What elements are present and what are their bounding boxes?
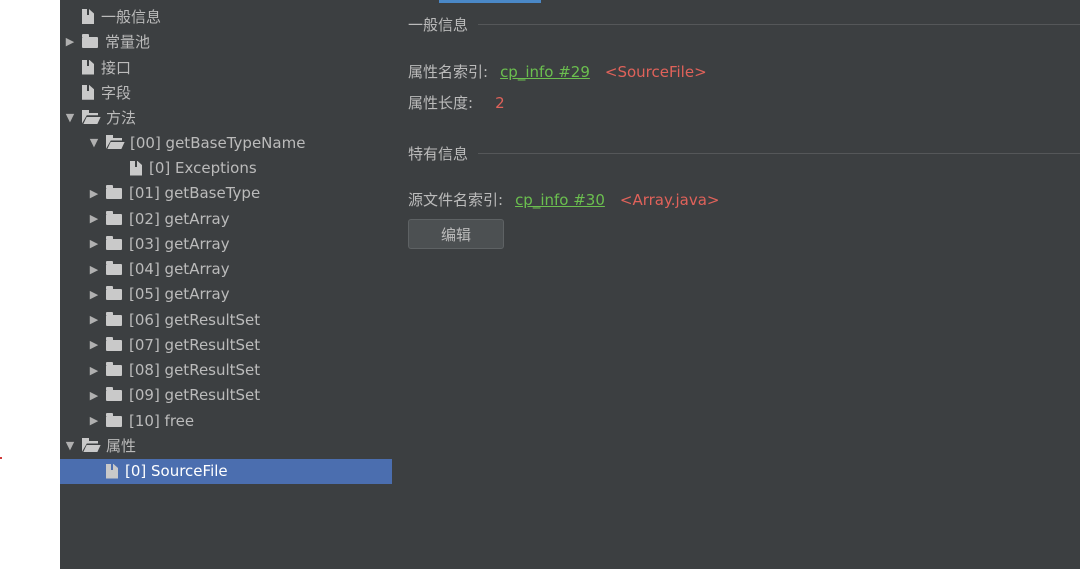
- attr-length-value: 2: [495, 93, 505, 112]
- specific-info-section: 特有信息: [408, 143, 1080, 164]
- collapse-arrow-icon[interactable]: ▶: [88, 313, 100, 326]
- section-divider: [478, 153, 1080, 154]
- tree-item[interactable]: ▶ [03] getArray: [60, 231, 392, 256]
- tree-item-label: 一般信息: [101, 8, 162, 26]
- file-icon: [130, 160, 142, 176]
- tree-item[interactable]: ▼ [00] getBaseTypeName: [60, 130, 392, 155]
- tree-item[interactable]: ▶ [04] getArray: [60, 257, 392, 282]
- file-icon: [82, 59, 94, 75]
- folder-icon: [106, 261, 122, 275]
- section-title-specific: 特有信息: [408, 145, 469, 163]
- tree-item-label: 字段: [101, 83, 132, 102]
- tree-item[interactable]: ▶ [05] getArray: [60, 282, 392, 307]
- tree-item-label: [07] getResultSet: [129, 335, 261, 354]
- tree-item-label: [0] Exceptions: [149, 159, 257, 177]
- tree-item[interactable]: ▼ 属性: [60, 433, 392, 458]
- edit-button[interactable]: 编辑: [408, 219, 504, 249]
- tree-item[interactable]: ▶ [07] getResultSet: [60, 332, 392, 357]
- tree-item[interactable]: ▶ 常量池: [60, 29, 392, 54]
- attr-name-index-value: <SourceFile>: [604, 62, 707, 81]
- source-file-index-link[interactable]: cp_info #30: [515, 191, 605, 209]
- expand-arrow-icon[interactable]: ▼: [64, 439, 76, 452]
- source-file-index-value: <Array.java>: [619, 190, 720, 209]
- file-icon: [82, 9, 94, 24]
- tree-item-label: 接口: [101, 58, 132, 77]
- collapse-arrow-icon[interactable]: ▶: [88, 364, 100, 377]
- attr-length-row: 属性长度: 2: [408, 92, 505, 113]
- marker-dot: [0, 457, 2, 459]
- attr-name-index-label: 属性名索引:: [408, 63, 489, 81]
- tree-item-label: [02] getArray: [129, 209, 230, 228]
- collapse-arrow-icon[interactable]: ▶: [88, 187, 100, 200]
- file-icon: [106, 463, 118, 479]
- folder-open-icon: [106, 134, 125, 149]
- class-structure-tree[interactable]: ▶一般信息▶常量池▶接口▶字段▼方法▼[00] getBaseTypeName▶…: [60, 0, 392, 569]
- tree-item[interactable]: ▶ [10] free: [60, 408, 392, 433]
- collapse-arrow-icon[interactable]: ▶: [88, 288, 100, 301]
- tree-item-label: [06] getResultSet: [129, 310, 261, 329]
- tree-item[interactable]: ▶一般信息: [60, 4, 392, 29]
- collapse-arrow-icon[interactable]: ▶: [88, 389, 100, 402]
- source-file-index-row: 源文件名索引: cp_info #30 <Array.java>: [408, 189, 720, 210]
- left-margin: [0, 0, 60, 569]
- tree-item[interactable]: ▶ [06] getResultSet: [60, 307, 392, 332]
- tree-item-label: [10] free: [129, 411, 195, 430]
- collapse-arrow-icon[interactable]: ▶: [88, 414, 100, 427]
- attr-length-label: 属性长度:: [408, 94, 474, 112]
- folder-icon: [106, 286, 122, 301]
- expand-arrow-icon[interactable]: ▼: [64, 111, 76, 124]
- section-divider: [478, 24, 1080, 25]
- tree-item-label: 属性: [106, 437, 137, 456]
- detail-panel: 一般信息 属性名索引: cp_info #29 <SourceFile> 属性长…: [392, 0, 1080, 569]
- folder-icon: [106, 336, 122, 351]
- tree-item-label: 方法: [106, 109, 137, 127]
- attr-name-index-row: 属性名索引: cp_info #29 <SourceFile>: [408, 61, 707, 82]
- attr-name-index-link[interactable]: cp_info #29: [500, 63, 590, 81]
- tree-item-label: 常量池: [105, 33, 151, 52]
- tree-item[interactable]: ▶ [08] getResultSet: [60, 358, 392, 383]
- collapse-arrow-icon[interactable]: ▶: [88, 212, 100, 225]
- general-info-section: 一般信息: [408, 14, 1080, 35]
- collapse-arrow-icon[interactable]: ▶: [64, 35, 76, 48]
- folder-open-icon: [82, 437, 101, 452]
- tree-item-label: [09] getResultSet: [129, 386, 261, 405]
- collapse-arrow-icon[interactable]: ▶: [88, 338, 100, 351]
- tree-item[interactable]: ▶接口: [60, 55, 392, 80]
- tree-item-label: [04] getArray: [129, 260, 230, 278]
- folder-icon: [106, 387, 122, 402]
- tree-item-label: [03] getArray: [129, 234, 230, 253]
- folder-open-icon: [82, 109, 101, 124]
- tree-item[interactable]: ▶ [02] getArray: [60, 206, 392, 231]
- tree-item-label: [0] SourceFile: [125, 462, 228, 480]
- tree-item-label: [00] getBaseTypeName: [130, 133, 306, 152]
- collapse-arrow-icon[interactable]: ▶: [88, 263, 100, 276]
- folder-icon: [106, 311, 122, 326]
- tree-item[interactable]: ▶字段: [60, 80, 392, 105]
- active-tab-indicator: [439, 0, 541, 3]
- section-title-general: 一般信息: [408, 16, 469, 34]
- tree-item[interactable]: ▶[0] SourceFile: [60, 458, 392, 484]
- source-file-index-label: 源文件名索引:: [408, 191, 504, 209]
- tree-item-label: [01] getBaseType: [129, 184, 261, 203]
- tree-item[interactable]: ▶[0] Exceptions: [60, 156, 392, 181]
- tree-item[interactable]: ▼ 方法: [60, 105, 392, 130]
- tree-item-label: [05] getArray: [129, 285, 230, 304]
- expand-arrow-icon[interactable]: ▼: [88, 136, 100, 149]
- collapse-arrow-icon[interactable]: ▶: [88, 237, 100, 250]
- folder-icon: [106, 412, 122, 427]
- tree-item[interactable]: ▶ [01] getBaseType: [60, 181, 392, 206]
- folder-icon: [106, 235, 122, 250]
- file-icon: [82, 84, 94, 100]
- folder-icon: [106, 210, 122, 225]
- folder-icon: [82, 33, 98, 48]
- folder-icon: [106, 362, 122, 376]
- folder-icon: [106, 185, 122, 200]
- tree-item-label: [08] getResultSet: [129, 361, 261, 379]
- tree-item[interactable]: ▶ [09] getResultSet: [60, 383, 392, 408]
